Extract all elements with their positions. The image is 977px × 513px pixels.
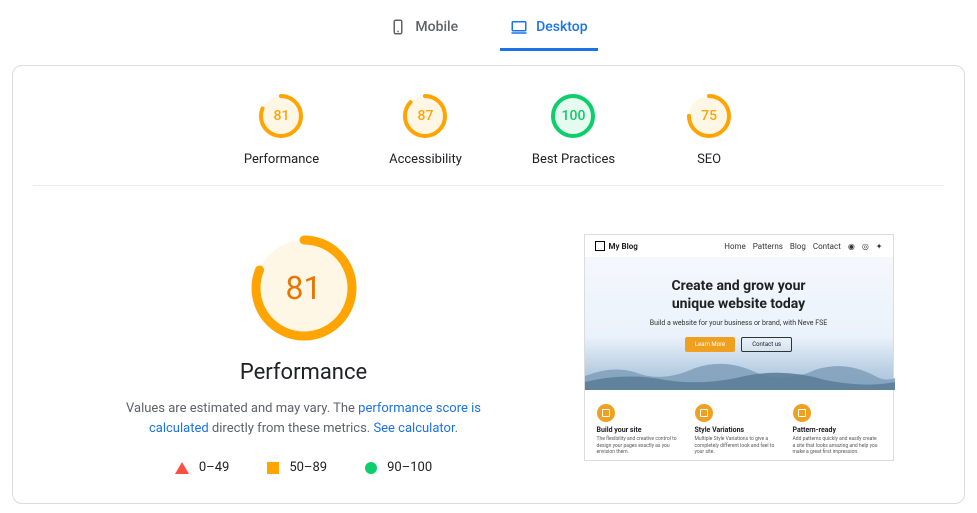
facebook-icon: ◉: [848, 242, 855, 251]
instagram-icon: ◎: [862, 242, 869, 251]
report-card: 81 Performance 87 Accessibility 100 Best…: [12, 65, 965, 504]
gauge-ring: 75: [685, 92, 733, 140]
see-calculator-link[interactable]: See calculator: [373, 421, 454, 436]
feature-desc: The flexibility and creative control to …: [597, 436, 685, 456]
nav-item: Contact: [813, 242, 841, 251]
tab-desktop[interactable]: Desktop: [500, 10, 597, 51]
performance-score: 81: [250, 234, 358, 342]
legend-fail: 0–49: [175, 460, 229, 475]
gauge-label: Accessibility: [389, 152, 462, 167]
score-legend: 0–49 50–89 90–100: [175, 460, 432, 475]
gauge-performance[interactable]: 81 Performance: [244, 92, 319, 167]
gauge-ring: 87: [401, 92, 449, 140]
nav-item: Home: [724, 242, 746, 251]
hero-buttons: Learn More Contact us: [597, 337, 881, 352]
gauge-label: SEO: [697, 152, 721, 167]
gauge-score: 81: [257, 92, 305, 140]
preview-features: Build your site The flexibility and crea…: [585, 390, 893, 460]
gauge-seo[interactable]: 75 SEO: [685, 92, 733, 167]
nav-item: Blog: [790, 242, 806, 251]
contact-button: Contact us: [741, 337, 792, 352]
gauge-row: 81 Performance 87 Accessibility 100 Best…: [33, 86, 944, 186]
feature-title: Build your site: [597, 426, 685, 434]
hero-subtitle: Build a website for your business or bra…: [597, 319, 881, 327]
gauge-ring: 81: [257, 92, 305, 140]
logo-icon: [595, 241, 605, 251]
performance-gauge: 81: [250, 234, 358, 342]
legend-pass: 90–100: [365, 460, 432, 475]
feature-desc: Add patterns quickly and easily create a…: [793, 436, 881, 456]
feature-icon: [597, 404, 615, 422]
detail-section: 81 Performance Values are estimated and …: [13, 186, 964, 475]
gauge-best-practices[interactable]: 100 Best Practices: [532, 92, 615, 167]
preview-nav: Home Patterns Blog Contact ◉ ◎ ✦: [724, 242, 882, 251]
gauge-score: 100: [549, 92, 597, 140]
learn-more-button: Learn More: [685, 337, 735, 352]
hero-title: Create and grow yourunique website today: [597, 277, 881, 313]
preview-header: My Blog Home Patterns Blog Contact ◉ ◎ ✦: [585, 235, 893, 257]
feature-item: Style Variations Multiple Style Variatio…: [695, 404, 783, 456]
gauge-accessibility[interactable]: 87 Accessibility: [389, 92, 462, 167]
gauge-label: Best Practices: [532, 152, 615, 167]
feature-desc: Multiple Style Variations to give a comp…: [695, 436, 783, 456]
feature-icon: [695, 404, 713, 422]
feature-icon: [793, 404, 811, 422]
legend-average: 50–89: [267, 460, 327, 475]
feature-title: Style Variations: [695, 426, 783, 434]
tab-mobile[interactable]: Mobile: [379, 10, 468, 51]
nav-item: Patterns: [753, 242, 783, 251]
site-preview: My Blog Home Patterns Blog Contact ◉ ◎ ✦ Creat…: [584, 234, 894, 461]
feature-item: Build your site The flexibility and crea…: [597, 404, 685, 456]
gauge-score: 87: [401, 92, 449, 140]
tab-label: Mobile: [415, 19, 458, 35]
desktop-icon: [510, 18, 528, 36]
triangle-icon: [175, 462, 189, 474]
mobile-icon: [389, 18, 407, 36]
feature-item: Pattern-ready Add patterns quickly and e…: [793, 404, 881, 456]
mountains-image: [585, 356, 895, 390]
gauge-ring: 100: [549, 92, 597, 140]
square-icon: [267, 462, 279, 474]
performance-title: Performance: [240, 360, 367, 385]
gauge-label: Performance: [244, 152, 319, 167]
preview-logo: My Blog: [595, 241, 638, 251]
feature-title: Pattern-ready: [793, 426, 881, 434]
tab-label: Desktop: [536, 19, 587, 35]
twitter-icon: ✦: [876, 242, 883, 251]
circle-icon: [365, 462, 377, 474]
gauge-score: 75: [685, 92, 733, 140]
device-tabs: Mobile Desktop: [0, 0, 977, 51]
performance-panel: 81 Performance Values are estimated and …: [84, 234, 524, 475]
performance-description: Values are estimated and may vary. The p…: [104, 399, 504, 438]
preview-hero: Create and grow yourunique website today…: [585, 257, 893, 390]
